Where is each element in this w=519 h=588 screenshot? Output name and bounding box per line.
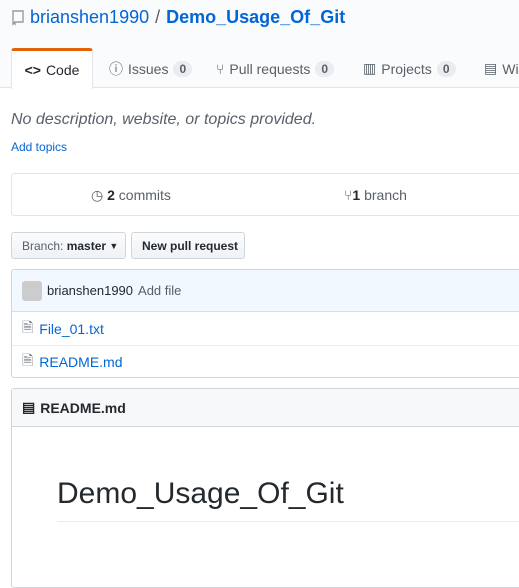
file-list: brianshen1990 Add file 🗎 File_01.txt 🗎 REA…	[11, 269, 519, 378]
repo-summary: ◷ 2 commits ⑂1 branch	[11, 173, 519, 216]
projects-count: 0	[436, 60, 456, 77]
repo-icon	[12, 9, 24, 26]
tab-issues[interactable]: ⓘ Issues 0	[109, 48, 193, 89]
book-icon: ▤	[22, 399, 36, 415]
readme-panel: ▤ README.md Demo_Usage_Of_Git	[11, 388, 519, 588]
new-pull-request-button[interactable]: New pull request	[131, 232, 245, 259]
file-row: 🗎 README.md	[12, 345, 519, 377]
caret-down-icon: ▼	[109, 240, 119, 251]
branches-link[interactable]: ⑂1 branch	[344, 187, 407, 203]
pr-count: 0	[315, 60, 335, 77]
issues-count: 0	[173, 60, 193, 77]
avatar	[22, 280, 42, 301]
repo-title: brianshen1990 / Demo_Usage_Of_Git	[12, 7, 345, 28]
separator: /	[155, 7, 161, 27]
issue-icon: ⓘ	[109, 60, 123, 77]
commit-author[interactable]: brianshen1990	[47, 283, 133, 298]
readme-heading: Demo_Usage_Of_Git	[57, 477, 519, 522]
branch-select-button[interactable]: Branch: master ▼	[11, 232, 126, 259]
commits-link[interactable]: ◷ 2 commits	[91, 187, 171, 204]
book-icon: ▤	[484, 60, 498, 76]
readme-header: ▤ README.md	[12, 389, 519, 427]
tab-wiki[interactable]: ▤Wiki	[484, 48, 519, 89]
owner-link[interactable]: brianshen1990	[30, 7, 149, 28]
history-icon: ◷	[91, 187, 104, 203]
file-icon: 🗎	[22, 318, 34, 335]
project-icon: ▥	[363, 60, 377, 76]
code-icon: <>	[24, 62, 41, 78]
tab-projects[interactable]: ▥ Projects 0	[363, 48, 456, 89]
file-row: 🗎 File_01.txt	[12, 312, 519, 345]
latest-commit: brianshen1990 Add file	[12, 270, 519, 312]
repo-description: No description, website, or topics provi…	[11, 111, 317, 128]
tab-code[interactable]: <> Code	[11, 48, 93, 89]
file-link[interactable]: File_01.txt	[39, 321, 104, 337]
tab-pull-requests[interactable]: ⑂ Pull requests 0	[216, 48, 335, 89]
pull-request-icon: ⑂	[216, 60, 225, 77]
add-topics-link[interactable]: Add topics	[11, 140, 67, 154]
file-link[interactable]: README.md	[39, 354, 122, 370]
commit-message[interactable]: Add file	[138, 283, 181, 298]
file-icon: 🗎	[22, 352, 34, 368]
repo-link[interactable]: Demo_Usage_Of_Git	[166, 7, 345, 28]
